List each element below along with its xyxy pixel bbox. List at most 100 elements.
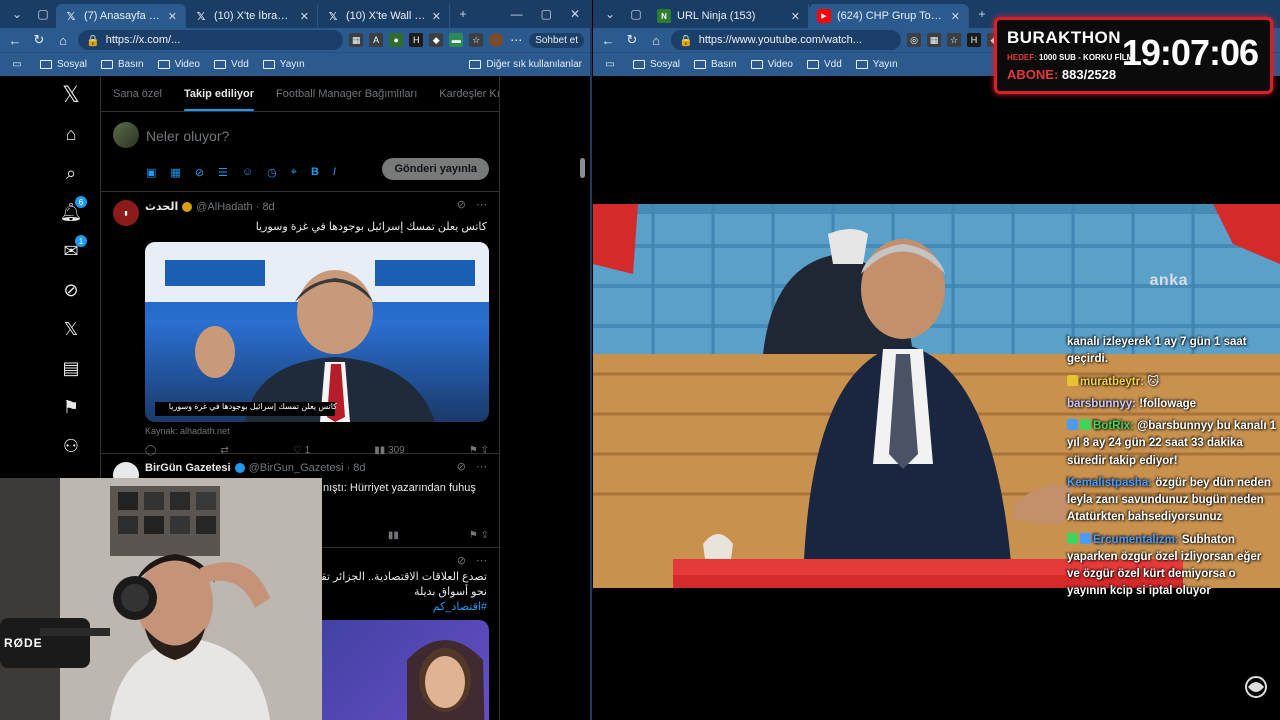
schedule-icon[interactable]: ◷: [267, 166, 277, 179]
author-handle[interactable]: @BirGun_Gazetesi · 8d: [249, 462, 366, 474]
home-icon[interactable]: ⌂: [54, 33, 72, 48]
minimize-icon[interactable]: —: [511, 7, 523, 21]
close-icon[interactable]: ✕: [300, 10, 309, 23]
tab-kardesler[interactable]: Kardeşler Kıraath: [439, 88, 499, 100]
chat-button[interactable]: Sohbet et: [529, 32, 584, 48]
grok-icon[interactable]: ⊘: [457, 554, 466, 567]
tab-x-ibrahim[interactable]: 𝕏 (10) X'te İbrahim Haskoloğ ✕: [186, 4, 318, 28]
views-icon[interactable]: ▮▮: [388, 530, 399, 541]
maximize-icon[interactable]: ▢: [541, 7, 552, 21]
grok-icon[interactable]: ⊘: [195, 166, 204, 179]
italic-icon[interactable]: I: [333, 166, 336, 179]
extension-icon[interactable]: ◆: [429, 33, 444, 47]
bookmark-folder-yayin[interactable]: Yayın: [855, 59, 898, 70]
back-icon[interactable]: ←: [599, 33, 617, 48]
extension-icon[interactable]: A: [369, 33, 384, 47]
bookmark-folder-basin[interactable]: Basın: [694, 59, 737, 70]
grok-icon[interactable]: ⊘: [457, 460, 466, 473]
tab-for-you[interactable]: Sana özel: [113, 88, 162, 100]
refresh-icon[interactable]: ↻: [30, 32, 48, 48]
location-icon[interactable]: ⌖: [291, 166, 297, 179]
lock-icon: 🔒: [679, 34, 693, 47]
tab-x-home[interactable]: 𝕏 (7) Anasayfa / X ✕: [56, 4, 186, 28]
close-window-icon[interactable]: ✕: [570, 7, 580, 21]
communities-icon[interactable]: ⚇: [58, 433, 84, 459]
extension-icon[interactable]: ◎: [907, 33, 921, 47]
close-icon[interactable]: ✕: [951, 10, 960, 23]
tweet-image[interactable]: كاتس يعلن تمسك إسرائيل بوجودها في غزة وس…: [145, 242, 489, 422]
back-icon[interactable]: ←: [6, 33, 24, 48]
more-icon[interactable]: ⋯: [476, 460, 487, 473]
grok-icon[interactable]: ⊘: [58, 277, 84, 303]
tab-football-manager[interactable]: Football Manager Bağımlıları: [276, 88, 417, 100]
tab-actions-icon[interactable]: ⌄: [597, 3, 623, 25]
close-icon[interactable]: ✕: [432, 10, 441, 23]
refresh-icon[interactable]: ↻: [623, 32, 641, 48]
poll-icon[interactable]: ☰: [218, 166, 228, 179]
bookmark-icon[interactable]: ⚑ ⇪: [469, 530, 489, 541]
extension-icon[interactable]: ▦: [927, 33, 941, 47]
extension-icon[interactable]: H: [967, 33, 981, 47]
workspaces-icon[interactable]: ▢: [623, 3, 649, 25]
reading-list-icon[interactable]: ▭: [601, 59, 619, 70]
bookmark-folder-sosyal[interactable]: Sosyal: [40, 59, 87, 70]
bookmarks-icon[interactable]: ⚑: [58, 394, 84, 420]
avatar[interactable]: [489, 33, 504, 47]
folder-icon: [40, 60, 52, 69]
media-icon[interactable]: ▣: [146, 166, 156, 179]
author-handle[interactable]: @AlHadath · 8d: [196, 201, 274, 213]
favorites-icon[interactable]: ☆: [947, 33, 961, 47]
grok-icon[interactable]: ⊘: [457, 198, 466, 211]
workspaces-icon[interactable]: ▢: [30, 3, 56, 25]
author-name[interactable]: BirGün Gazetesi: [145, 462, 231, 474]
favorites-icon[interactable]: ☆: [469, 33, 484, 47]
x-logo-icon[interactable]: 𝕏: [58, 82, 84, 108]
tab-x-wallstreet[interactable]: 𝕏 (10) X'te Wall Street Tercü ✕: [318, 4, 450, 28]
search-icon[interactable]: ⌕: [58, 160, 84, 186]
close-icon[interactable]: ✕: [168, 10, 177, 23]
tab-following[interactable]: Takip ediliyor: [183, 88, 255, 111]
more-icon[interactable]: ⋯: [509, 33, 523, 47]
messages-icon[interactable]: ✉ 1: [58, 235, 87, 264]
premium-icon[interactable]: 𝕏: [58, 316, 84, 342]
extension-icon[interactable]: H: [409, 33, 424, 47]
more-icon[interactable]: ⋯: [476, 198, 487, 211]
scrollbar-thumb[interactable]: [580, 158, 585, 178]
more-icon[interactable]: ⋯: [476, 554, 487, 567]
tab-url-ninja[interactable]: N URL Ninja (153) ✕: [649, 4, 809, 28]
notifications-icon[interactable]: 🔔︎ 6: [58, 196, 87, 225]
author-name[interactable]: الحدث: [145, 200, 178, 213]
home-icon[interactable]: ⌂: [647, 33, 665, 48]
lists-icon[interactable]: ▤: [58, 355, 84, 381]
home-icon[interactable]: ⌂: [58, 121, 84, 147]
avatar[interactable]: ▮: [113, 200, 139, 226]
reading-list-icon[interactable]: ▭: [8, 59, 26, 70]
close-icon[interactable]: ✕: [791, 10, 800, 23]
emoji-icon[interactable]: ☺: [242, 166, 253, 179]
other-bookmarks[interactable]: Diğer sık kullanılanlar: [469, 59, 582, 70]
tab-actions-icon[interactable]: ⌄: [4, 3, 30, 25]
hashtag-link[interactable]: #اقتصاد_كم: [433, 600, 487, 613]
avatar[interactable]: [113, 122, 139, 148]
extension-icon[interactable]: ▬: [449, 33, 464, 47]
bookmark-folder-video[interactable]: Video: [750, 59, 793, 70]
bookmark-folder-sosyal[interactable]: Sosyal: [633, 59, 680, 70]
gif-icon[interactable]: ▦: [170, 166, 180, 179]
bookmark-folder-vdd[interactable]: Vdd: [214, 59, 249, 70]
post-button[interactable]: Gönderi yayınla: [382, 158, 489, 180]
bookmark-folder-yayin[interactable]: Yayın: [262, 59, 305, 70]
bookmark-folder-video[interactable]: Video: [157, 59, 200, 70]
url-field[interactable]: 🔒 https://www.youtube.com/watch...: [671, 30, 901, 50]
new-tab-icon[interactable]: +: [450, 3, 476, 25]
bookmark-folder-basin[interactable]: Basın: [101, 59, 144, 70]
extension-icon[interactable]: ▦: [349, 33, 364, 47]
tweet-alhadath[interactable]: ▮ الحدث @AlHadath · 8d ⊘ ⋯ كاتس يعلن تمسك…: [101, 192, 499, 456]
new-tab-icon[interactable]: +: [969, 3, 995, 25]
link-source[interactable]: Kaynak: alhadath.net: [145, 426, 230, 436]
extension-icon[interactable]: ●: [389, 33, 404, 47]
compose-input[interactable]: Neler oluyor?: [146, 128, 229, 144]
bookmark-folder-vdd[interactable]: Vdd: [807, 59, 842, 70]
tab-youtube-chp[interactable]: ▶ (624) CHP Grup Toplantısı / T ✕: [809, 4, 969, 28]
url-field[interactable]: 🔒 https://x.com/...: [78, 30, 344, 50]
bold-icon[interactable]: B: [311, 166, 319, 179]
